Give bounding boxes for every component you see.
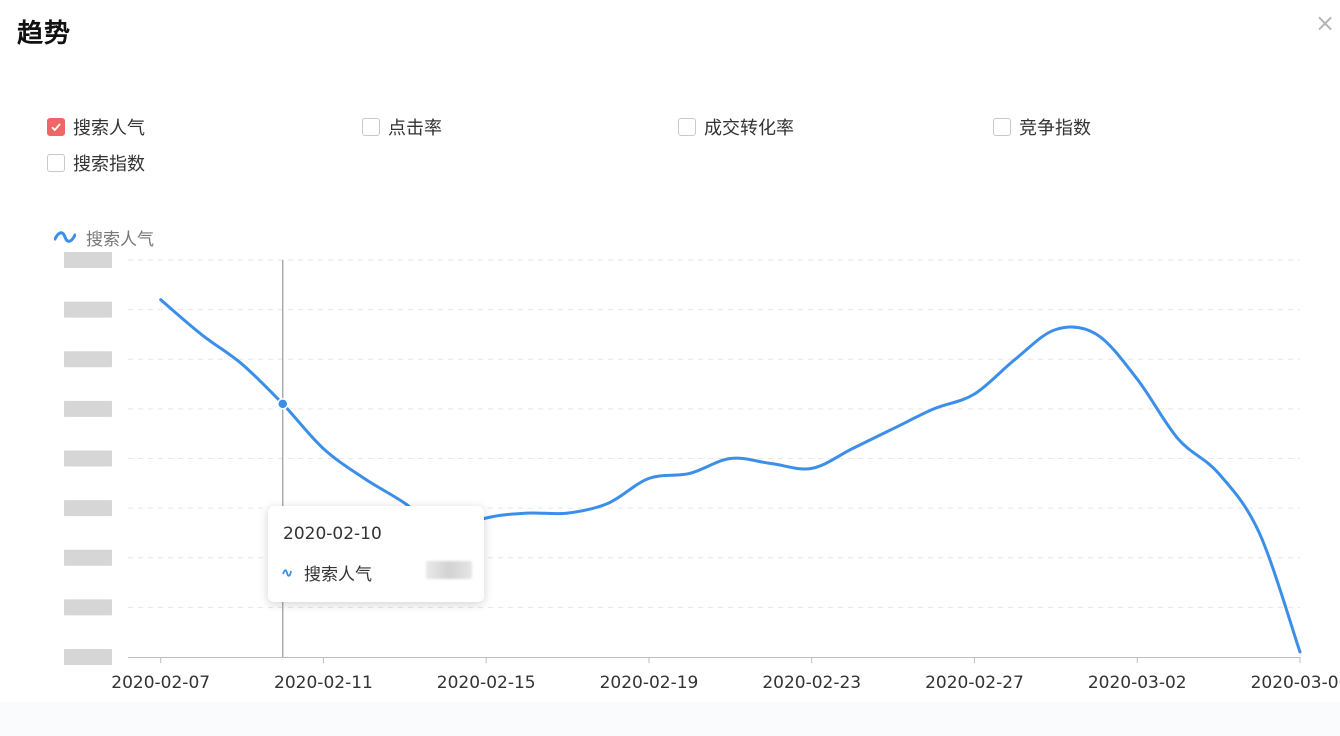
y-tick-label-obscured: [64, 301, 112, 318]
chart-tooltip: 2020-02-10 搜索人气: [268, 506, 484, 602]
y-tick-label-obscured: [64, 599, 112, 616]
y-tick-label-obscured: [64, 649, 112, 665]
hover-point: [277, 398, 289, 410]
footer-bar: [0, 702, 1340, 736]
x-tick-label: 2020-02-15: [437, 673, 536, 693]
x-tick-label: 2020-03-02: [1088, 673, 1187, 693]
x-tick-label: 2020-02-23: [762, 673, 861, 693]
tooltip-series-row: 搜索人气: [282, 560, 372, 585]
x-tick-label: 2020-02-07: [111, 673, 210, 693]
y-tick-label-obscured: [64, 351, 112, 368]
y-tick-label-obscured: [64, 549, 112, 566]
y-tick-label-obscured: [64, 252, 112, 268]
y-tick-label-obscured: [64, 450, 112, 467]
y-tick-label-obscured: [64, 400, 112, 417]
line-chart[interactable]: 2020-02-07 2020-02-11 2020-02-15 2020-02-19…: [0, 0, 1340, 736]
x-tick-label: 2020-03-06: [1251, 673, 1340, 693]
tooltip-date: 2020-02-10: [283, 524, 382, 544]
tooltip-value-obscured: [426, 561, 472, 579]
tooltip-series-label: 搜索人气: [304, 565, 372, 585]
x-tick-label: 2020-02-19: [600, 673, 699, 693]
wave-icon: [282, 568, 292, 577]
x-tick-label: 2020-02-11: [274, 673, 373, 693]
x-tick-label: 2020-02-27: [925, 673, 1024, 693]
y-tick-label-obscured: [64, 500, 112, 517]
